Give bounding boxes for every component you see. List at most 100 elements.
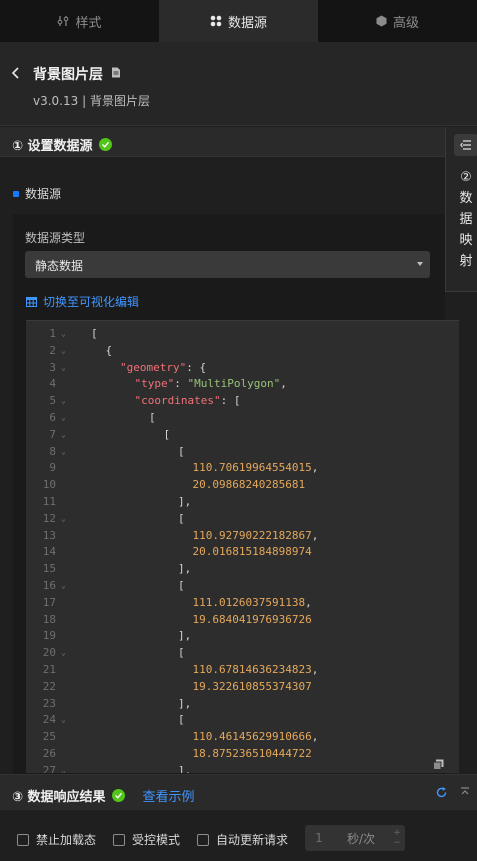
back-arrow-icon[interactable] xyxy=(10,66,22,80)
datasource-type-value: 静态数据 xyxy=(35,259,84,273)
code-token: ], xyxy=(178,495,192,508)
code-token: 18.875236510444722 xyxy=(192,747,312,760)
advanced-icon xyxy=(376,15,387,27)
code-text: ], xyxy=(178,562,191,575)
code-token: ], xyxy=(178,696,192,710)
code-line[interactable]: 24 ⌄ [ xyxy=(26,710,459,727)
menu-fold-icon[interactable] xyxy=(454,134,477,156)
line-number: 10 xyxy=(42,478,56,492)
code-line[interactable]: 19], xyxy=(26,626,459,643)
code-text: 110.92790222182867, xyxy=(193,529,319,542)
collapse-up-icon[interactable] xyxy=(460,787,470,797)
line-number: 25 xyxy=(42,730,56,744)
fold-chevron-icon[interactable]: ⌄ xyxy=(61,766,66,773)
document-icon[interactable] xyxy=(111,67,121,78)
datasource-type-select[interactable]: 静态数据 xyxy=(25,251,430,278)
caret-down-icon xyxy=(417,262,423,266)
line-number: 13 xyxy=(42,528,56,542)
code-line[interactable]: 17 111.0126037591138, xyxy=(26,593,459,610)
line-number: 24 xyxy=(42,713,56,727)
fold-chevron-icon[interactable]: ⌄ xyxy=(61,581,66,590)
code-line[interactable]: 9 110.70619964554015, xyxy=(26,458,459,475)
style-icon xyxy=(58,16,69,26)
fold-chevron-icon[interactable]: ⌄ xyxy=(61,648,66,657)
layer-header: 背景图片层 v3.0.13 | 背景图片层 xyxy=(0,42,477,126)
datasource-icon xyxy=(210,15,222,27)
code-line[interactable]: 3 ⌄ "geometry": { xyxy=(26,358,459,375)
code-line[interactable]: 14 20.016815184898974 xyxy=(26,542,459,559)
code-text: [ xyxy=(178,579,185,592)
section-set-datasource[interactable]: ① 设置数据源 xyxy=(0,127,477,157)
code-line[interactable]: 26 18.875236510444722 xyxy=(26,744,459,761)
code-text: ], xyxy=(178,697,191,710)
auto-update-checkbox[interactable]: 自动更新请求 xyxy=(197,831,288,848)
code-token: [ xyxy=(178,579,185,592)
fold-chevron-icon[interactable]: ⌄ xyxy=(61,363,66,372)
code-text: "geometry": { xyxy=(120,361,206,374)
code-text: ], xyxy=(178,764,191,773)
code-line[interactable]: 16 ⌄ [ xyxy=(26,576,459,593)
refresh-icon[interactable] xyxy=(436,787,447,798)
line-number: 15 xyxy=(42,562,56,576)
code-line[interactable]: 10 20.09868240285681 xyxy=(26,475,459,492)
code-line[interactable]: 8 ⌄ [ xyxy=(26,442,459,459)
tab-style[interactable]: 样式 xyxy=(0,0,159,42)
line-number: 16 xyxy=(42,579,56,592)
fold-chevron-icon[interactable]: ⌄ xyxy=(61,715,66,724)
controlled-mode-checkbox[interactable]: 受控模式 xyxy=(113,831,180,848)
code-line[interactable]: 6 ⌄ [ xyxy=(26,408,459,425)
fold-chevron-icon[interactable]: ⌄ xyxy=(61,346,66,355)
code-line[interactable]: 25 110.46145629910666, xyxy=(26,727,459,744)
code-line[interactable]: 7 ⌄ [ xyxy=(26,425,459,442)
code-line[interactable]: 2 ⌄ { xyxy=(26,341,459,358)
line-number: 5 xyxy=(49,394,56,408)
fold-chevron-icon[interactable]: ⌄ xyxy=(61,396,66,405)
code-line[interactable]: 15], xyxy=(26,559,459,576)
code-line[interactable]: 27 ⌄], xyxy=(26,761,459,773)
code-text: 110.70619964554015, xyxy=(193,461,319,474)
code-token: 110.70619964554015 xyxy=(192,461,312,475)
code-line[interactable]: 4 "type": "MultiPolygon", xyxy=(26,374,459,391)
code-line[interactable]: 21 110.67814636234823, xyxy=(26,660,459,677)
tab-advanced[interactable]: 高级 xyxy=(318,0,477,42)
code-token: 110.67814636234823 xyxy=(192,663,312,676)
fold-chevron-icon[interactable]: ⌄ xyxy=(61,447,66,456)
code-text: "coordinates": [ xyxy=(135,394,241,407)
code-line[interactable]: 23], xyxy=(26,694,459,711)
view-example-link[interactable]: 查看示例 xyxy=(143,786,195,805)
line-number: 26 xyxy=(42,747,56,760)
code-line[interactable]: 13 110.92790222182867, xyxy=(26,526,459,543)
code-token: [ xyxy=(91,327,98,340)
code-text: [ xyxy=(178,646,185,659)
checkbox-box xyxy=(17,833,29,846)
code-line[interactable]: 20 ⌄ [ xyxy=(26,643,459,660)
code-text: 20.016815184898974 xyxy=(193,545,312,558)
check-circle-icon xyxy=(98,138,112,151)
copy-icon[interactable] xyxy=(433,759,444,770)
code-line[interactable]: 12 ⌄ [ xyxy=(26,509,459,526)
code-line[interactable]: 18 19.684041976936726 xyxy=(26,610,459,627)
switch-visual-edit-link[interactable]: 切换至可视化编辑 xyxy=(26,293,139,310)
code-line[interactable]: 5 ⌄ "coordinates": [ xyxy=(26,391,459,408)
request-options: 禁止加载态 受控模式 自动更新请求 1 秒/次 + − xyxy=(0,811,477,861)
fold-chevron-icon[interactable]: ⌄ xyxy=(61,430,66,439)
line-number: 20 xyxy=(42,646,56,660)
json-code-editor[interactable]: 27 ⌄], 26 18.875236510444722 25 110.461456299… xyxy=(26,320,459,773)
code-line[interactable]: 22 19.322610855374307 xyxy=(26,677,459,694)
code-line[interactable]: 11], xyxy=(26,492,459,509)
code-token: ], xyxy=(178,763,192,773)
fold-chevron-icon[interactable]: ⌄ xyxy=(61,329,66,338)
fold-chevron-icon[interactable]: ⌄ xyxy=(61,413,66,422)
disable-loading-checkbox[interactable]: 禁止加载态 xyxy=(17,831,96,848)
fold-chevron-icon[interactable]: ⌄ xyxy=(61,514,66,523)
layer-version: v3.0.13 | 背景图片层 xyxy=(33,94,150,108)
tab-datasource[interactable]: 数据源 xyxy=(159,0,318,42)
code-line[interactable]: 1 ⌄ [ xyxy=(26,324,459,341)
tab-advanced-label: 高级 xyxy=(392,15,419,31)
minus-icon: − xyxy=(393,838,401,848)
interval-stepper[interactable]: + − xyxy=(389,825,405,851)
code-token: [ xyxy=(149,411,156,424)
update-interval-input[interactable]: 1 秒/次 + − xyxy=(305,825,405,851)
line-number: 12 xyxy=(42,511,56,525)
side-tab-data-mapping[interactable]: ②数据映射 xyxy=(445,127,477,292)
